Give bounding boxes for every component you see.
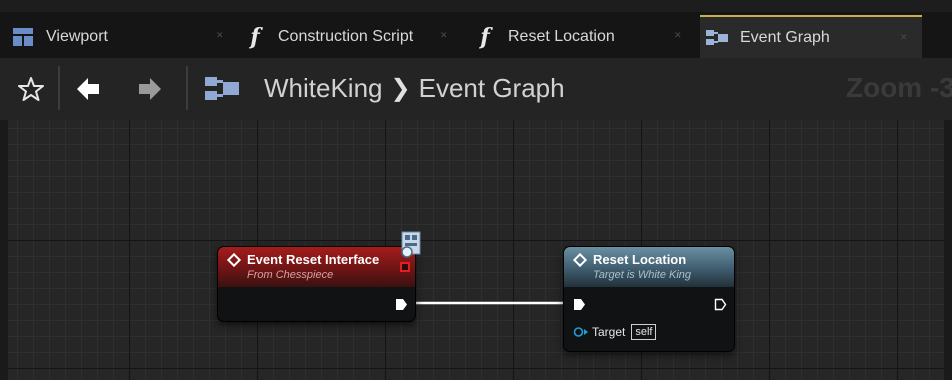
function-icon: f xyxy=(250,23,260,50)
close-icon[interactable]: ✕ xyxy=(216,30,224,41)
breadcrumb-graph[interactable]: Event Graph xyxy=(419,73,565,104)
graph-left-border xyxy=(0,120,8,380)
event-graph-icon xyxy=(204,74,240,104)
event-reset-interface-node[interactable]: Event Reset Interface From Chesspiece xyxy=(217,246,416,322)
zoom-level-label: Zoom -3 xyxy=(846,72,952,103)
node-title-row: Event Reset Interface xyxy=(226,252,415,267)
node-title: Event Reset Interface xyxy=(247,252,380,267)
target-pin-row: Target self xyxy=(573,324,657,340)
exec-output-pin[interactable] xyxy=(714,298,727,311)
reset-location-node[interactable]: Reset Location Target is White King Targ… xyxy=(563,246,735,352)
function-diamond-icon xyxy=(572,252,588,267)
chevron-right-icon: ❯ xyxy=(390,74,411,102)
event-diamond-icon xyxy=(226,252,242,267)
node-title-row: Reset Location xyxy=(572,252,734,267)
forward-arrow-icon[interactable] xyxy=(134,76,164,102)
node-header[interactable]: Reset Location Target is White King xyxy=(564,247,734,287)
object-pin-icon[interactable] xyxy=(573,326,589,338)
close-icon[interactable]: ✕ xyxy=(674,30,682,41)
tab-label: Viewport xyxy=(46,27,108,45)
tab-bar-top-strip xyxy=(0,0,952,12)
node-subtitle: From Chesspiece xyxy=(247,269,334,281)
event-graph-icon xyxy=(706,28,728,48)
document-tab-bar: Viewport ✕ f Construction Script ✕ f Res… xyxy=(0,0,952,58)
delegate-output-pin[interactable] xyxy=(400,262,410,272)
viewport-icon xyxy=(12,27,34,47)
toolbar-divider xyxy=(186,66,188,110)
tab-label: Event Graph xyxy=(740,28,830,46)
back-arrow-icon[interactable] xyxy=(74,76,104,102)
favorite-star-icon[interactable] xyxy=(16,74,46,104)
tab-event-graph[interactable]: Event Graph ✕ xyxy=(700,15,922,58)
tab-viewport[interactable]: Viewport ✕ xyxy=(12,15,236,58)
toolbar-divider xyxy=(58,66,60,110)
target-self-value[interactable]: self xyxy=(631,324,657,340)
tab-label: Construction Script xyxy=(278,27,414,45)
interface-event-icon xyxy=(401,231,421,258)
node-title: Reset Location xyxy=(593,252,687,267)
breadcrumb-blueprint[interactable]: WhiteKing xyxy=(264,73,383,104)
graph-toolbar: WhiteKing ❯ Event Graph Zoom -3 xyxy=(0,58,952,120)
event-graph-canvas[interactable]: Event Reset Interface From Chesspiece Re… xyxy=(8,120,944,380)
close-icon[interactable]: ✕ xyxy=(900,32,908,43)
exec-wire[interactable] xyxy=(8,120,944,380)
node-header[interactable]: Event Reset Interface From Chesspiece xyxy=(218,247,415,287)
tab-reset-location[interactable]: f Reset Location ✕ xyxy=(474,15,694,58)
exec-input-pin[interactable] xyxy=(573,298,586,311)
exec-output-pin[interactable] xyxy=(395,298,408,311)
graph-right-border xyxy=(944,120,952,380)
breadcrumb: WhiteKing ❯ Event Graph xyxy=(264,70,565,106)
close-icon[interactable]: ✕ xyxy=(440,30,448,41)
node-subtitle: Target is White King xyxy=(593,269,692,281)
target-pin-label: Target xyxy=(592,325,626,339)
tab-label: Reset Location xyxy=(508,27,615,45)
tab-construction-script[interactable]: f Construction Script ✕ xyxy=(244,15,466,58)
function-icon: f xyxy=(480,23,490,50)
